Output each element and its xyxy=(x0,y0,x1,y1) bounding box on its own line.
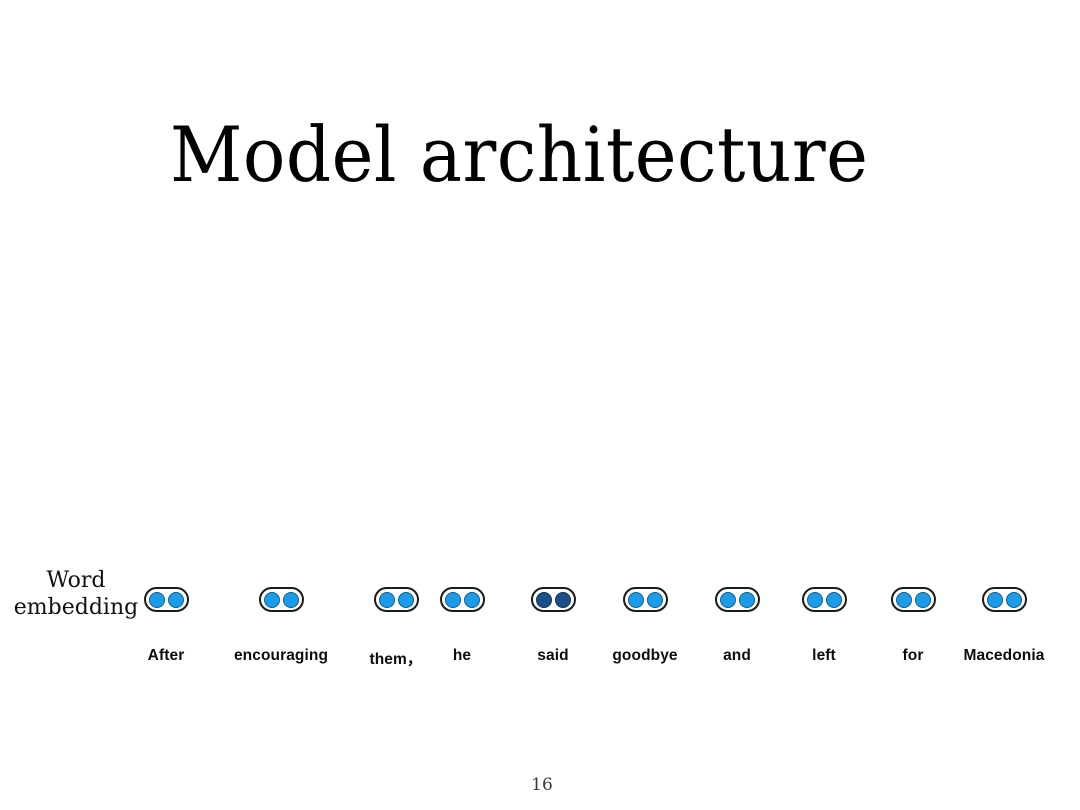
word-embedding-capsule-icon xyxy=(143,587,189,612)
word-embedding-capsule-icon xyxy=(439,587,485,612)
page-title: Model architecture xyxy=(170,109,869,199)
word-embedding-capsule-icon xyxy=(714,587,760,612)
embedding-dot-icon xyxy=(282,591,299,608)
embedding-dot-icon xyxy=(738,591,755,608)
embedding-dot-icon xyxy=(444,591,461,608)
word-embedding-capsule-icon xyxy=(890,587,936,612)
embedding-dot-icon xyxy=(986,591,1003,608)
word-embedding-capsule-icon xyxy=(530,587,576,612)
embedding-dot-icon xyxy=(895,591,912,608)
embedding-dot-icon xyxy=(554,591,571,608)
word-embedding-capsule-icon xyxy=(981,587,1027,612)
embedding-dot-icon xyxy=(463,591,480,608)
embedding-dot-icon xyxy=(646,591,663,608)
token-column: Macedonia xyxy=(934,560,1074,665)
slide-canvas: Model architecture Word embedding After e… xyxy=(0,0,1080,810)
embedding-dot-icon xyxy=(627,591,644,608)
embedding-dot-icon xyxy=(806,591,823,608)
embedding-dot-icon xyxy=(825,591,842,608)
token-word: Macedonia xyxy=(963,647,1045,664)
word-embedding-diagram: Word embedding After encouraging them， he sa… xyxy=(0,560,1080,680)
embedding-dot-icon xyxy=(719,591,736,608)
embedding-dot-icon xyxy=(148,591,165,608)
embedding-dot-icon xyxy=(167,591,184,608)
embedding-dot-icon xyxy=(914,591,931,608)
word-embedding-capsule-icon xyxy=(801,587,847,612)
embedding-dot-icon xyxy=(535,591,552,608)
word-embedding-capsule-icon xyxy=(622,587,668,612)
embedding-dot-icon xyxy=(263,591,280,608)
word-embedding-capsule-icon xyxy=(258,587,304,612)
embedding-dot-icon xyxy=(1005,591,1022,608)
page-number: 16 xyxy=(531,775,553,795)
